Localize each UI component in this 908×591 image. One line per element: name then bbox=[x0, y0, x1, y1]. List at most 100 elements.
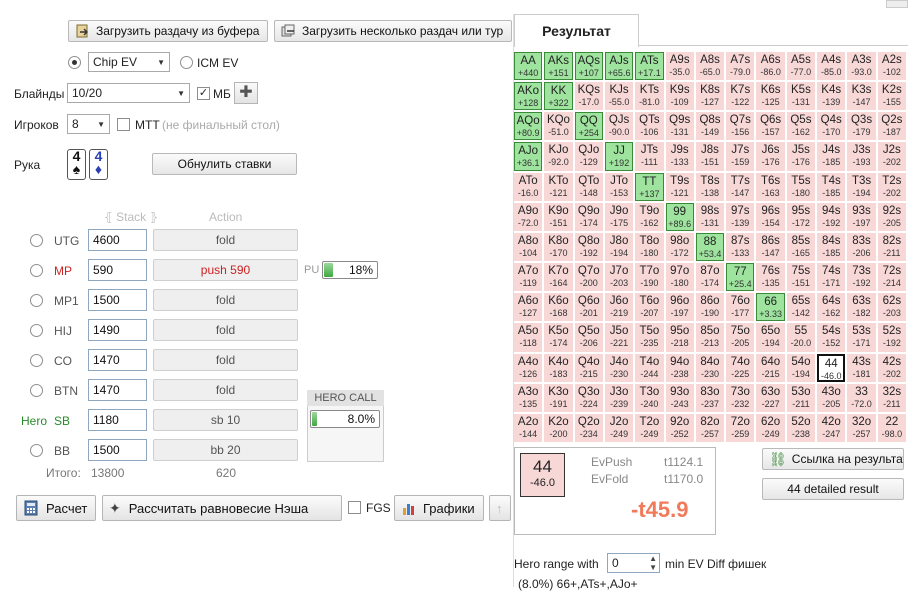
stack-input[interactable]: 1470 bbox=[88, 379, 147, 401]
hand-cell[interactable]: AKo +128 bbox=[514, 82, 543, 111]
hand-cell[interactable]: 54s -152 bbox=[817, 323, 846, 352]
hand-cell[interactable]: T4o -244 bbox=[635, 353, 664, 382]
action-field[interactable]: fold bbox=[153, 379, 298, 401]
hand-cell[interactable]: 96o -197 bbox=[665, 293, 694, 322]
result-link-button[interactable]: ⛓ Ссылка на результат bbox=[762, 448, 904, 470]
hand-cell[interactable]: JTs -111 bbox=[635, 142, 664, 171]
hand-cell[interactable]: J8s -151 bbox=[695, 142, 725, 171]
hand-cell[interactable]: K2o -200 bbox=[544, 413, 573, 442]
hand-cell[interactable]: 52o -238 bbox=[786, 413, 816, 442]
position-radio[interactable] bbox=[30, 294, 43, 307]
hand-cell[interactable]: KTo -121 bbox=[544, 172, 573, 201]
hand-cell[interactable]: A5o -118 bbox=[514, 323, 543, 352]
hand-cell[interactable]: 85s -165 bbox=[786, 232, 816, 262]
hand-cell[interactable]: QJo -129 bbox=[574, 142, 603, 171]
hand-cell[interactable]: A6o -127 bbox=[514, 293, 543, 322]
hand-cell[interactable]: Q6o -201 bbox=[574, 293, 603, 322]
hand-cell[interactable]: 63o -227 bbox=[756, 383, 785, 412]
hand-card-1[interactable]: 4 ♠ bbox=[67, 149, 86, 180]
detailed-result-button[interactable]: 44 detailed result bbox=[762, 478, 904, 500]
hand-cell[interactable]: Q5s -162 bbox=[786, 112, 816, 141]
hand-cell[interactable]: 94o -238 bbox=[665, 353, 694, 382]
hand-cell[interactable]: T3s -194 bbox=[847, 172, 876, 201]
action-field[interactable]: sb 10 bbox=[153, 409, 298, 431]
tab-result[interactable]: Результат bbox=[514, 14, 639, 47]
hand-cell[interactable]: K5o -174 bbox=[544, 323, 573, 352]
hand-cell[interactable]: T4s -185 bbox=[817, 172, 846, 201]
chip-ev-radio[interactable] bbox=[68, 56, 81, 69]
hand-cell[interactable]: 82o -257 bbox=[695, 413, 725, 442]
hand-cell[interactable]: 76s -135 bbox=[756, 263, 785, 292]
hand-cell[interactable]: A7o -119 bbox=[514, 263, 543, 292]
stack-input[interactable]: 4600 bbox=[88, 229, 147, 251]
hand-cell[interactable]: 42o -247 bbox=[817, 413, 846, 442]
hand-cell[interactable]: K3s -147 bbox=[847, 82, 876, 111]
hand-cell[interactable]: K8o -170 bbox=[544, 232, 573, 262]
action-field[interactable]: fold bbox=[153, 289, 298, 311]
hand-cell[interactable]: A9s -35.0 bbox=[665, 52, 694, 81]
hand-cell[interactable]: 44 -46.0 bbox=[817, 353, 846, 382]
stack-input[interactable]: 1470 bbox=[88, 349, 147, 371]
hand-cell[interactable]: 64o -215 bbox=[756, 353, 785, 382]
hand-cell[interactable]: J4o -230 bbox=[604, 353, 634, 382]
hand-cell[interactable]: 62o -249 bbox=[756, 413, 785, 442]
hand-cell[interactable]: A8s -65.0 bbox=[695, 52, 725, 81]
hand-cell[interactable]: K9o -151 bbox=[544, 202, 573, 231]
stack-input[interactable]: 1180 bbox=[88, 409, 147, 431]
hand-cell[interactable]: J9o -175 bbox=[604, 202, 634, 231]
mb-checkbox[interactable]: ✓ bbox=[197, 87, 210, 100]
hand-cell[interactable]: 32o -257 bbox=[847, 413, 876, 442]
hand-cell[interactable]: Q4s -170 bbox=[817, 112, 846, 141]
hand-cell[interactable]: 74o -225 bbox=[726, 353, 755, 382]
hand-cell[interactable]: K5s -131 bbox=[786, 82, 816, 111]
hand-cell[interactable]: Q5o -206 bbox=[574, 323, 603, 352]
hand-cell[interactable]: 99 +89.6 bbox=[665, 202, 694, 231]
hand-cell[interactable]: T9s -121 bbox=[665, 172, 694, 201]
hand-cell[interactable]: A4o -126 bbox=[514, 353, 543, 382]
spinner-icon[interactable]: ▲ ▼ bbox=[649, 554, 657, 572]
hand-cell[interactable]: A3o -135 bbox=[514, 383, 543, 412]
min-ev-input[interactable]: 0 ▲ ▼ bbox=[607, 553, 660, 573]
hand-cell[interactable]: T6o -207 bbox=[635, 293, 664, 322]
hand-cell[interactable]: T2s -202 bbox=[877, 172, 906, 201]
hand-cell[interactable]: 92o -252 bbox=[665, 413, 694, 442]
action-field[interactable]: fold bbox=[153, 319, 298, 341]
hand-cell[interactable]: J9s -133 bbox=[665, 142, 694, 171]
action-field[interactable]: push 590 bbox=[153, 259, 298, 281]
stack-input[interactable]: 1500 bbox=[88, 289, 147, 311]
hand-cell[interactable]: T6s -163 bbox=[756, 172, 785, 201]
hand-cell[interactable]: 88 +53.4 bbox=[695, 232, 725, 262]
mtt-checkbox[interactable] bbox=[117, 118, 130, 131]
hand-cell[interactable]: Q2s -187 bbox=[877, 112, 906, 141]
hand-cell[interactable]: 82s -211 bbox=[877, 232, 906, 262]
hand-cell[interactable]: K4o -183 bbox=[544, 353, 573, 382]
hand-cell[interactable]: KQo -51.0 bbox=[544, 112, 573, 141]
action-field[interactable]: fold bbox=[153, 229, 298, 251]
hand-cell[interactable]: JTo -153 bbox=[604, 172, 634, 201]
graphs-button[interactable]: Графики bbox=[394, 495, 484, 521]
hand-cell[interactable]: 53o -211 bbox=[786, 383, 816, 412]
hand-cell[interactable]: K7o -164 bbox=[544, 263, 573, 292]
hand-cell[interactable]: K4s -139 bbox=[817, 82, 846, 111]
hand-cell[interactable]: KJo -92.0 bbox=[544, 142, 573, 171]
hand-cell[interactable]: 84s -185 bbox=[817, 232, 846, 262]
hand-cell[interactable]: 43s -181 bbox=[847, 353, 876, 382]
hand-cell[interactable]: 33 -72.0 bbox=[847, 383, 876, 412]
hand-cell[interactable]: QQ +254 bbox=[574, 112, 603, 141]
position-radio[interactable] bbox=[30, 354, 43, 367]
position-radio[interactable] bbox=[30, 444, 43, 457]
hand-cell[interactable]: 43o -205 bbox=[817, 383, 846, 412]
hand-cell[interactable]: T7o -190 bbox=[635, 263, 664, 292]
stack-input[interactable]: 1490 bbox=[88, 319, 147, 341]
position-radio[interactable] bbox=[30, 234, 43, 247]
hand-cell[interactable]: 73s -192 bbox=[847, 263, 876, 292]
hand-cell[interactable]: JJ +192 bbox=[604, 142, 634, 171]
hand-cell[interactable]: J8o -194 bbox=[604, 232, 634, 262]
hand-cell[interactable]: J5s -176 bbox=[786, 142, 816, 171]
hand-card-2[interactable]: 4 ♦ bbox=[89, 149, 108, 180]
hand-cell[interactable]: 95s -172 bbox=[786, 202, 816, 231]
hand-cell[interactable]: 83s -206 bbox=[847, 232, 876, 262]
hand-cell[interactable]: 74s -171 bbox=[817, 263, 846, 292]
hand-cell[interactable]: T5o -235 bbox=[635, 323, 664, 352]
hand-cell[interactable]: QTs -106 bbox=[635, 112, 664, 141]
